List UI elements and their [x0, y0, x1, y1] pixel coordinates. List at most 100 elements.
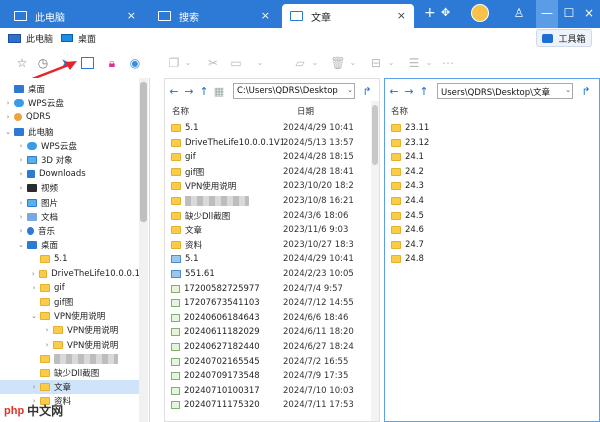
tree-item[interactable]: › WPS云盘 [0, 139, 140, 153]
column-header-name[interactable]: 名称 [172, 105, 189, 117]
forward-icon[interactable]: → [403, 85, 415, 98]
close-tab-icon[interactable]: × [127, 9, 136, 22]
expand-toggle-icon[interactable]: › [30, 284, 38, 292]
tree-item[interactable]: › QDRS [0, 110, 140, 124]
breadcrumb-this-pc[interactable]: 此电脑 [8, 32, 53, 45]
tab-this-pc[interactable]: 此电脑 × [6, 4, 144, 28]
file-row[interactable]: 2023/10/8 16:21 [171, 194, 354, 208]
chevron-down-icon[interactable]: ⌄ [345, 83, 355, 99]
tree-item[interactable] [0, 352, 140, 366]
breadcrumb-desktop[interactable]: 桌面 [61, 32, 96, 45]
expand-toggle-icon[interactable]: ⌄ [4, 128, 12, 136]
file-row[interactable]: 资料 2023/10/27 18:3 [171, 238, 354, 252]
eye-icon[interactable]: ◉ [127, 55, 143, 71]
file-row[interactable]: gif 2024/4/28 18:15 [171, 150, 354, 164]
file-row[interactable]: 24.6 [391, 223, 424, 237]
file-row[interactable]: 17200582725977 2024/7/4 9:57 [171, 282, 343, 296]
expand-toggle-icon[interactable]: ⌄ [30, 312, 38, 320]
back-icon[interactable]: ← [388, 85, 400, 98]
tree-item[interactable]: gif图 [0, 295, 140, 309]
close-tab-icon[interactable]: × [261, 9, 270, 22]
file-row[interactable]: 5.1 2024/4/29 10:41 [171, 121, 354, 135]
tree-item[interactable]: › WPS云盘 [0, 96, 140, 110]
file-row[interactable]: 17207673541103 2024/7/12 14:55 [171, 296, 354, 310]
view-mode-icon[interactable]: ▦ [213, 85, 225, 98]
paste-icon[interactable]: ▭ [228, 55, 244, 71]
file-row[interactable]: gif图 2024/4/28 18:41 [171, 165, 354, 179]
new-folder-icon[interactable]: ▱ [292, 55, 308, 71]
file-row[interactable]: 24.2 [391, 165, 424, 179]
expand-toggle-icon[interactable]: › [17, 170, 25, 178]
maximize-button[interactable]: ☐ [558, 0, 580, 28]
refresh-icon[interactable]: ↱ [580, 85, 592, 98]
tree-item[interactable]: › 图片 [0, 196, 140, 210]
avatar[interactable] [471, 4, 489, 22]
view-icon[interactable]: ☰ [406, 55, 422, 71]
tab-article[interactable]: 文章 × [282, 4, 414, 28]
expand-toggle-icon[interactable]: › [17, 142, 25, 150]
rename-icon[interactable]: ⊟ [368, 55, 384, 71]
column-header-name[interactable]: 名称 [391, 105, 408, 117]
column-header-date[interactable]: 日期 [297, 105, 314, 117]
file-row[interactable]: 缺少Dll截图 2024/3/6 18:06 [171, 209, 348, 223]
file-row[interactable]: 24.8 [391, 252, 424, 266]
file-row[interactable]: 551.61 2024/2/23 10:05 [171, 267, 354, 281]
file-row[interactable]: 20240702165545 2024/7/2 16:55 [171, 355, 348, 369]
expand-toggle-icon[interactable]: › [30, 383, 38, 391]
file-row[interactable]: 24.3 [391, 179, 424, 193]
expand-toggle-icon[interactable]: › [17, 156, 25, 164]
tree-item[interactable]: ⌄ 桌面 [0, 238, 140, 252]
file-list-scrollbar[interactable] [371, 101, 379, 421]
chevron-down-icon[interactable]: ⌄ [345, 55, 361, 71]
refresh-icon[interactable]: ↱ [361, 85, 373, 98]
file-row[interactable]: 24.4 [391, 194, 424, 208]
expand-toggle-icon[interactable]: › [43, 341, 51, 349]
file-row[interactable]: 20240627182440 2024/6/27 18:24 [171, 340, 354, 354]
tree-item[interactable]: 桌面 [0, 82, 140, 96]
pin-icon[interactable]: ✥ [441, 6, 450, 20]
sidebar-scrollbar[interactable] [139, 78, 148, 422]
file-row[interactable]: 5.1 2024/4/29 10:41 [171, 252, 354, 266]
file-row[interactable]: 20240606184643 2024/6/6 18:46 [171, 311, 348, 325]
tree-item[interactable]: › VPN使用说明 [0, 338, 140, 352]
chevron-down-icon[interactable]: ⌄ [563, 83, 573, 99]
expand-toggle-icon[interactable]: › [30, 270, 37, 278]
tree-item[interactable]: › VPN使用说明 [0, 323, 140, 337]
file-row[interactable]: VPN使用说明 2023/10/20 18:2 [171, 179, 354, 193]
path-input[interactable]: C:\Users\QDRS\Desktop [233, 83, 355, 99]
more-icon[interactable]: ⋯ [440, 55, 456, 71]
toolbox-button[interactable]: 工具箱 [536, 29, 592, 47]
chevron-down-icon[interactable]: ⌄ [180, 55, 196, 71]
tree-item[interactable]: › 文章 [0, 380, 140, 395]
tree-item[interactable]: › 视频 [0, 181, 140, 195]
expand-toggle-icon[interactable]: › [4, 99, 12, 107]
minimize-button[interactable]: — [536, 0, 558, 28]
file-row[interactable]: 20240710100317 2024/7/10 10:03 [171, 384, 354, 398]
file-row[interactable]: DriveTheLife10.0.0.1V17 2024/5/13 13:57 [171, 136, 354, 150]
file-row[interactable]: 23.11 [391, 121, 429, 135]
up-icon[interactable]: ↑ [418, 85, 430, 98]
file-row[interactable]: 23.12 [391, 136, 429, 150]
close-window-button[interactable]: × [578, 0, 600, 28]
tree-item[interactable]: › 音乐 [0, 224, 140, 238]
lock-icon[interactable]: 🔒︎ [104, 55, 120, 71]
expand-toggle-icon[interactable]: › [17, 227, 25, 235]
new-tab-button[interactable]: + [424, 6, 436, 20]
scrollbar-thumb[interactable] [140, 82, 147, 222]
expand-toggle-icon[interactable]: › [17, 213, 25, 221]
file-row[interactable]: 24.1 [391, 150, 424, 164]
up-icon[interactable]: ↑ [198, 85, 210, 98]
tree-item[interactable]: ⌄ 此电脑 [0, 125, 140, 139]
file-row[interactable]: 20240709173548 2024/7/9 17:35 [171, 369, 348, 383]
chevron-down-icon[interactable]: ⌄ [252, 55, 268, 71]
file-row[interactable]: 20240711175320 2024/7/11 17:53 [171, 398, 354, 412]
tree-item[interactable]: 5.1 [0, 252, 140, 266]
cut-icon[interactable]: ✂ [205, 55, 221, 71]
file-row[interactable]: 文章 2023/11/6 9:03 [171, 223, 348, 237]
dual-pane-icon[interactable] [81, 57, 94, 69]
chevron-down-icon[interactable]: ⌄ [383, 55, 399, 71]
chevron-down-icon[interactable]: ⌄ [307, 55, 323, 71]
tree-item[interactable]: ⌄ VPN使用说明 [0, 309, 140, 323]
file-row[interactable]: 24.7 [391, 238, 424, 252]
tree-item[interactable]: › DriveTheLife10.0.0.1 [0, 267, 140, 281]
